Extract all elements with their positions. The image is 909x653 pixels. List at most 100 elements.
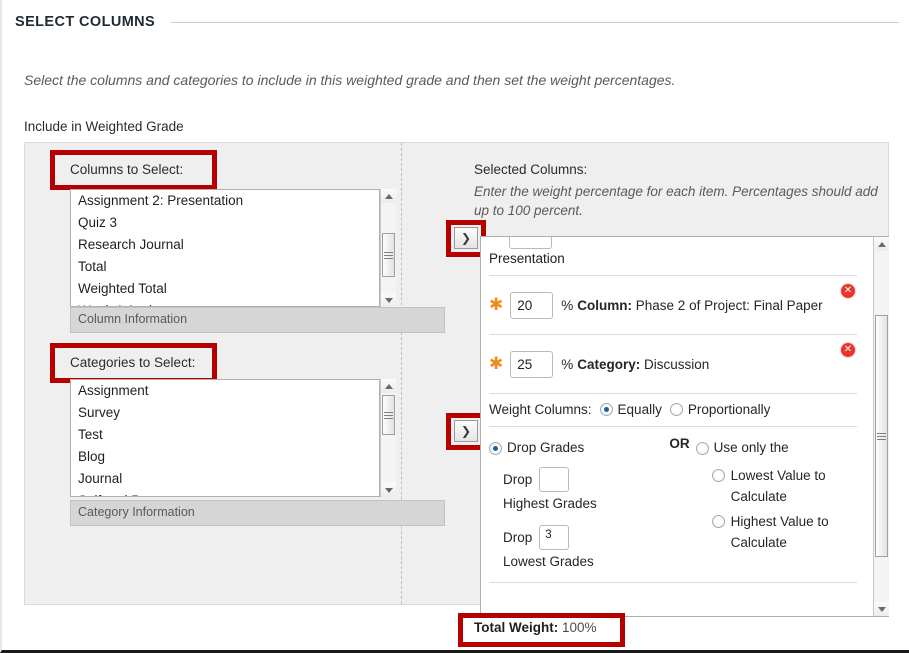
clipped-row: Presentation bbox=[481, 237, 869, 275]
drop-highest-prefix: Drop bbox=[503, 471, 533, 487]
radio-lowest-value[interactable] bbox=[711, 469, 725, 482]
radio-equally-label: Equally bbox=[617, 402, 662, 417]
percent-symbol: % bbox=[561, 297, 574, 313]
scroll-up-arrow-icon[interactable] bbox=[381, 189, 396, 203]
list-item[interactable]: Test bbox=[71, 424, 379, 446]
list-item[interactable]: Weighted Total bbox=[71, 278, 379, 300]
categories-to-select-label: Categories to Select: bbox=[70, 355, 196, 370]
grip-icon bbox=[384, 410, 393, 421]
radio-proportionally-label: Proportionally bbox=[687, 402, 771, 417]
selected-columns-scrollbar[interactable] bbox=[873, 237, 889, 616]
radio-highest-value-label: Highest Value to Calculate bbox=[730, 514, 829, 550]
scroll-up-arrow-icon[interactable] bbox=[874, 237, 889, 251]
selected-columns-hint: Enter the weight percentage for each ite… bbox=[474, 184, 878, 218]
move-categories-right-button[interactable]: ❯ bbox=[454, 420, 478, 442]
highest-value-option: Highest Value to Calculate bbox=[696, 511, 861, 553]
or-separator-label: OR bbox=[669, 436, 690, 451]
instruction-text: Select the columns and categories to inc… bbox=[24, 72, 676, 88]
row-item-name: Phase 2 of Project: Final Paper bbox=[635, 297, 823, 313]
categories-to-select-listbox[interactable]: Assignment Survey Test Blog Journal Self… bbox=[70, 379, 380, 497]
scroll-up-arrow-icon[interactable] bbox=[381, 379, 396, 393]
drop-grades-section: Drop Grades Drop Highest Grades Drop 3 L… bbox=[481, 427, 869, 574]
use-only-the-option: Use only the bbox=[695, 436, 861, 460]
drop-grades-option: Drop Grades bbox=[489, 436, 663, 460]
list-item[interactable]: Blog bbox=[71, 446, 379, 468]
radio-drop-grades[interactable] bbox=[489, 441, 502, 455]
list-item[interactable]: Week 1 Assignment bbox=[71, 300, 379, 306]
radio-use-only-the-label: Use only the bbox=[713, 440, 789, 455]
scroll-down-arrow-icon[interactable] bbox=[381, 293, 396, 307]
remove-row-icon[interactable]: ✕ bbox=[841, 284, 855, 298]
weight-row: ✱ 20 % Column: Phase 2 of Project: Final… bbox=[481, 276, 869, 334]
radio-highest-value[interactable] bbox=[711, 515, 725, 528]
row-separator bbox=[489, 582, 857, 583]
row-item-name: Discussion bbox=[644, 356, 710, 372]
grip-icon bbox=[384, 250, 393, 261]
total-weight-label: Total Weight: bbox=[474, 620, 559, 635]
scrollbar-thumb[interactable] bbox=[382, 395, 395, 435]
selected-columns-panel: Presentation ✱ 20 % Column: Phase 2 of P… bbox=[480, 236, 889, 617]
list-item[interactable]: Assignment 2: Presentation bbox=[71, 190, 379, 212]
drop-lowest-prefix: Drop bbox=[503, 529, 533, 545]
columns-list-scrollbar[interactable] bbox=[380, 189, 396, 307]
row-type-label: Category: bbox=[577, 356, 641, 372]
scroll-down-arrow-icon[interactable] bbox=[381, 483, 396, 497]
weight-row: ✱ 25 % Category: Discussion ✕ bbox=[481, 335, 869, 393]
weight-columns-label: Weight Columns: bbox=[489, 402, 592, 417]
required-asterisk-icon: ✱ bbox=[489, 294, 504, 315]
category-information-bar[interactable]: Category Information bbox=[70, 500, 445, 526]
drop-lowest-input[interactable]: 3 bbox=[539, 525, 570, 550]
clipped-weight-input[interactable] bbox=[509, 237, 552, 249]
scrollbar-thumb[interactable] bbox=[875, 315, 888, 557]
include-in-weighted-grade-label: Include in Weighted Grade bbox=[24, 119, 184, 134]
required-asterisk-icon: ✱ bbox=[489, 353, 504, 374]
page-title: SELECT COLUMNS bbox=[15, 14, 156, 30]
row-item-label: Category: Discussion bbox=[577, 357, 709, 372]
radio-equally[interactable] bbox=[599, 403, 613, 416]
list-item[interactable]: Survey bbox=[71, 402, 379, 424]
pane-divider bbox=[401, 143, 402, 604]
total-weight-value: 100% bbox=[562, 620, 597, 635]
columns-to-select-label: Columns to Select: bbox=[70, 162, 184, 177]
scroll-down-arrow-icon[interactable] bbox=[874, 602, 889, 616]
remove-row-icon[interactable]: ✕ bbox=[841, 343, 855, 357]
scrollbar-thumb[interactable] bbox=[382, 233, 395, 277]
radio-drop-grades-label: Drop Grades bbox=[507, 440, 585, 455]
weight-columns-row: Weight Columns: Equally Proportionally bbox=[481, 394, 869, 426]
drop-highest-input[interactable] bbox=[539, 467, 570, 492]
columns-to-select-listbox[interactable]: Assignment 2: Presentation Quiz 3 Resear… bbox=[70, 189, 380, 307]
drop-lowest-group: Drop 3 Lowest Grades bbox=[489, 525, 663, 574]
selected-columns-list: Presentation ✱ 20 % Column: Phase 2 of P… bbox=[481, 237, 869, 589]
list-item[interactable]: Research Journal bbox=[71, 234, 379, 256]
column-information-bar[interactable]: Column Information bbox=[70, 307, 445, 333]
list-item[interactable]: Assignment bbox=[71, 380, 379, 402]
section-header: SELECT COLUMNS bbox=[2, 8, 909, 36]
list-item[interactable]: Quiz 3 bbox=[71, 212, 379, 234]
radio-lowest-value-label: Lowest Value to Calculate bbox=[730, 468, 826, 504]
row-item-label: Column: Phase 2 of Project: Final Paper bbox=[577, 298, 822, 313]
drop-highest-group: Drop Highest Grades bbox=[489, 467, 663, 516]
drop-highest-suffix: Highest Grades bbox=[503, 496, 597, 511]
move-columns-right-button[interactable]: ❯ bbox=[454, 227, 478, 249]
list-item[interactable]: Journal bbox=[71, 468, 379, 490]
radio-use-only-the[interactable] bbox=[695, 441, 709, 455]
clipped-row-label: Presentation bbox=[489, 251, 565, 266]
header-divider bbox=[171, 21, 899, 23]
grip-icon bbox=[877, 431, 886, 442]
select-columns-page: SELECT COLUMNS Select the columns and ca… bbox=[0, 0, 909, 653]
total-weight: Total Weight: 100% bbox=[474, 620, 597, 635]
selected-columns-label: Selected Columns: bbox=[474, 162, 588, 177]
weight-input[interactable]: 20 bbox=[510, 291, 554, 319]
lowest-value-option: Lowest Value to Calculate bbox=[696, 465, 861, 507]
drop-lowest-suffix: Lowest Grades bbox=[503, 554, 594, 569]
row-type-label: Column: bbox=[577, 297, 633, 313]
list-item[interactable]: Total bbox=[71, 256, 379, 278]
percent-symbol: % bbox=[561, 356, 574, 372]
weight-input[interactable]: 25 bbox=[510, 350, 554, 378]
list-item[interactable]: Self and Peer bbox=[71, 490, 379, 496]
use-only-the-column: Use only the Lowest Value to Calculate H… bbox=[695, 436, 861, 553]
drop-grades-column: Drop Grades Drop Highest Grades Drop 3 L… bbox=[489, 436, 663, 574]
radio-proportionally[interactable] bbox=[669, 403, 683, 416]
categories-list-scrollbar[interactable] bbox=[380, 379, 396, 497]
category-weight-options: Weight Columns: Equally Proportionally D… bbox=[481, 394, 869, 589]
